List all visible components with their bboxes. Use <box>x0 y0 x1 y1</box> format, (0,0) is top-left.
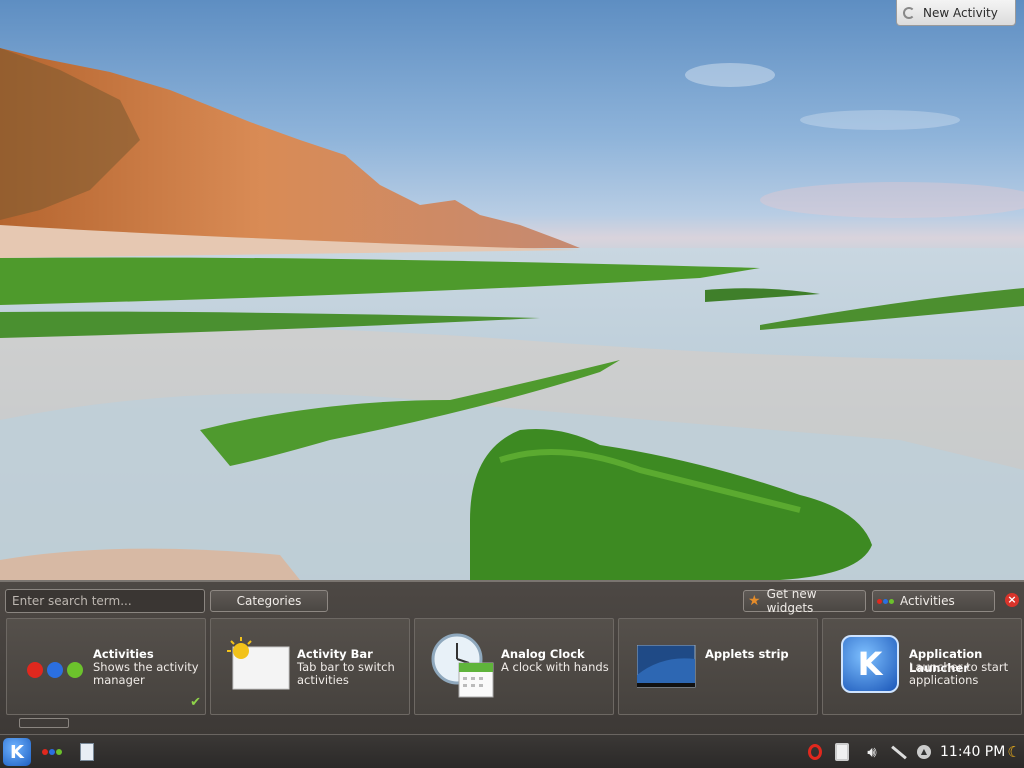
kde-menu-icon[interactable]: K <box>3 738 31 766</box>
taskbar: K 🔊︎ ▲ 11:40 PM ☾ <box>0 734 1024 768</box>
categories-label: Categories <box>236 594 302 608</box>
moon-icon[interactable]: ☾ <box>1006 743 1022 761</box>
installed-check-icon: ✔ <box>190 695 201 710</box>
widget-description: activities <box>297 673 349 687</box>
kde-launcher-icon: K <box>841 635 899 693</box>
get-new-widgets-label: Get new widgets <box>766 587 817 615</box>
star-icon: ★ <box>748 593 761 609</box>
clipboard-icon[interactable] <box>832 743 852 761</box>
activities-icon <box>877 598 894 604</box>
activities-button[interactable]: Activities <box>872 590 995 612</box>
analog-clock-icon <box>431 633 494 698</box>
activity-manager-icon[interactable] <box>36 743 68 761</box>
widget-explorer: Categories ★ Get new widgets Activities … <box>0 580 1024 734</box>
widget-card-applets-strip[interactable]: Applets strip <box>618 618 818 715</box>
widget-title: Activities <box>93 647 154 661</box>
opera-icon[interactable] <box>806 743 824 761</box>
activity-bar-icon <box>227 637 290 690</box>
categories-button[interactable]: Categories <box>210 590 328 612</box>
widget-description: manager <box>93 673 145 687</box>
show-hidden-icon[interactable]: ▲ <box>916 743 932 761</box>
widget-description: A clock with hands <box>501 660 609 674</box>
close-icon[interactable]: × <box>1005 593 1019 607</box>
new-activity-label: New Activity <box>923 5 998 20</box>
search-input[interactable] <box>5 589 205 613</box>
network-icon[interactable] <box>888 743 910 761</box>
new-activity-button[interactable]: New Activity <box>896 0 1016 26</box>
widget-title: Analog Clock <box>501 647 585 661</box>
notes-icon[interactable] <box>78 743 96 761</box>
widget-card-analog-clock[interactable]: Analog Clock A clock with hands <box>414 618 614 715</box>
widget-description: applications <box>909 673 979 687</box>
applets-strip-icon <box>637 645 696 688</box>
activities-dots-icon <box>27 662 83 678</box>
get-new-widgets-button[interactable]: ★ Get new widgets <box>743 587 866 615</box>
widget-card-activities[interactable]: Activities Shows the activity manager ✔ <box>6 618 206 715</box>
activities-button-label: Activities <box>900 594 955 608</box>
widget-title: Applets strip <box>705 647 789 661</box>
widget-title: Activity Bar <box>297 647 373 661</box>
widget-card-application-launcher[interactable]: K Application Launcher Launcher to start… <box>822 618 1022 715</box>
widget-card-activity-bar[interactable]: Activity Bar Tab bar to switch activitie… <box>210 618 410 715</box>
horizontal-scrollbar[interactable] <box>19 718 69 728</box>
volume-icon[interactable]: 🔊︎ <box>860 743 884 761</box>
activity-icon <box>903 6 915 19</box>
clock[interactable]: 11:40 PM <box>940 735 1005 768</box>
